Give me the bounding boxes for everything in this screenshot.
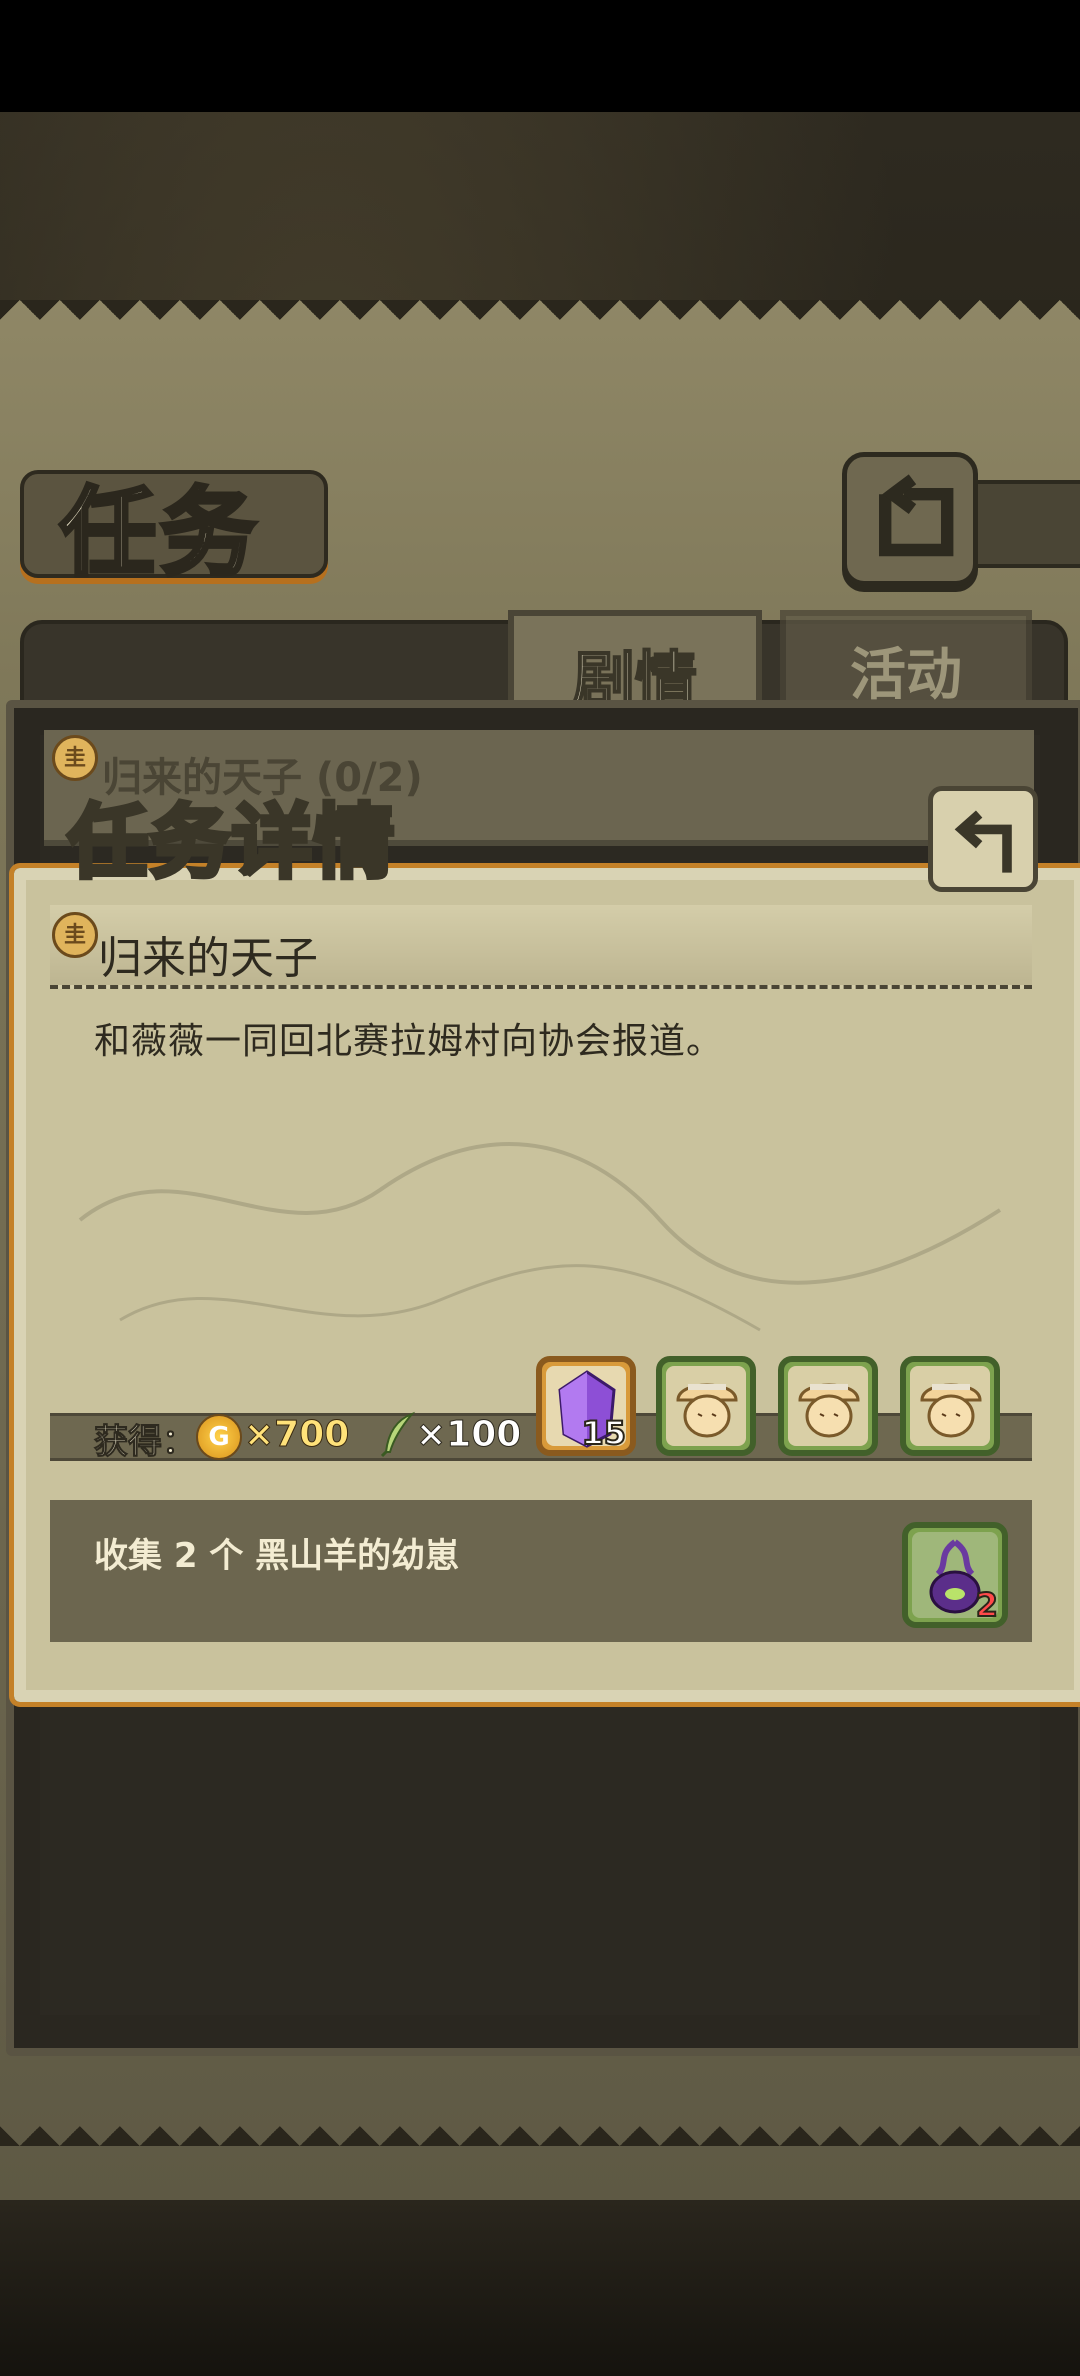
torn-edge-bottom bbox=[0, 2110, 1080, 2146]
page-title: 任务 bbox=[58, 474, 260, 591]
reward-item-creature[interactable] bbox=[778, 1356, 878, 1456]
quest-seal-icon: 圭 bbox=[52, 735, 98, 781]
feather-amount: ×100 bbox=[415, 1414, 522, 1456]
reward-item-crystal[interactable]: 15 bbox=[536, 1356, 636, 1456]
coin-amount: ×700 bbox=[243, 1414, 350, 1456]
close-detail-button[interactable] bbox=[928, 786, 1038, 892]
mushroom-creature-icon bbox=[798, 1383, 860, 1438]
detail-panel-title: 任务详情 bbox=[66, 793, 397, 892]
tab-event-label: 活动 bbox=[850, 642, 962, 708]
gold-coin-icon: G bbox=[196, 1414, 242, 1460]
torn-edge-top bbox=[0, 300, 1080, 336]
quest-seal-icon: 圭 bbox=[52, 912, 98, 958]
goal-item-slot[interactable]: 2 bbox=[902, 1522, 1008, 1628]
feather-icon bbox=[380, 1411, 416, 1458]
reward-item-creature[interactable] bbox=[656, 1356, 756, 1456]
goal-item-count: 2 bbox=[975, 1585, 999, 1625]
quest-name: 归来的天子 bbox=[98, 933, 318, 984]
status-bar-area bbox=[0, 0, 1080, 112]
return-arrow-icon bbox=[879, 474, 954, 557]
bottom-area bbox=[0, 2200, 1080, 2376]
mushroom-creature-icon bbox=[676, 1383, 738, 1438]
reward-item-creature[interactable] bbox=[900, 1356, 1000, 1456]
back-bar bbox=[960, 480, 1080, 568]
back-button[interactable] bbox=[842, 452, 978, 586]
map-watermark bbox=[78, 1142, 1002, 1332]
quest-goal-text: 收集 2 个 黑山羊的幼崽 bbox=[94, 1536, 460, 1576]
reward-label: 获得： bbox=[94, 1422, 197, 1463]
mushroom-creature-icon bbox=[920, 1383, 982, 1438]
reward-item-count: 15 bbox=[580, 1413, 627, 1453]
quest-description: 和薇薇一同回北赛拉姆村向协会报道。 bbox=[94, 1021, 724, 1062]
return-arrow-icon bbox=[954, 810, 1012, 873]
